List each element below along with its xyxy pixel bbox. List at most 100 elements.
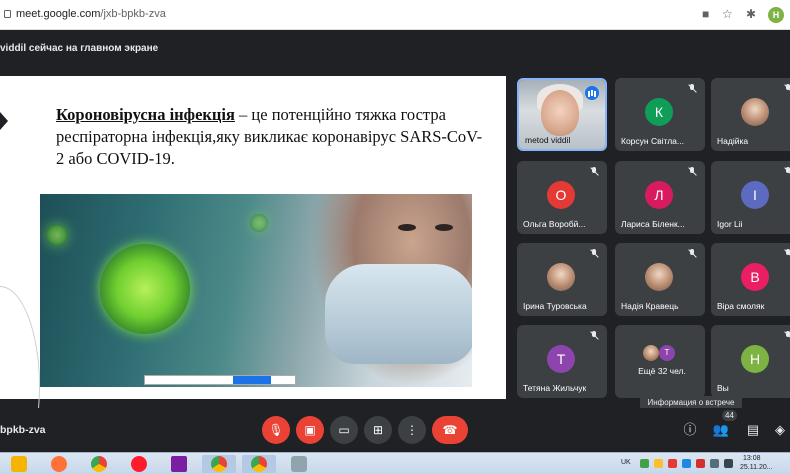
eye (435, 224, 453, 231)
participant-tile[interactable]: Ірина Туровська (517, 243, 607, 316)
play-icon (171, 456, 187, 472)
participant-name: metod viddil (525, 135, 571, 145)
avatar: Н (741, 345, 769, 373)
more-options-button[interactable]: ⋮ (398, 416, 426, 444)
slide-title: Короновірусна інфекція (56, 105, 235, 124)
language-indicator[interactable]: UK (621, 459, 631, 466)
participant-tile[interactable]: Т Ещё 32 чел. (615, 325, 705, 398)
avatar: В (741, 263, 769, 291)
taskbar-app-opera[interactable] (122, 455, 156, 473)
coronavirus-image (40, 194, 472, 387)
activities-button[interactable]: ◈ (770, 420, 790, 440)
mic-off-icon (783, 167, 790, 177)
participant-tile[interactable]: О Ольга Воробй... (517, 161, 607, 234)
url-text[interactable]: meet.google.com/jxb-bpkb-zva (16, 8, 166, 20)
participant-name: Igor Lii (717, 219, 743, 229)
people-button[interactable]: 👥 (711, 420, 731, 440)
virus-graphic-small (250, 214, 268, 232)
tray-icon[interactable] (640, 459, 649, 468)
avatar: Л (645, 181, 673, 209)
captions-button[interactable]: ▭ (330, 416, 358, 444)
chrome-icon (251, 456, 267, 472)
slide-text: Короновірусна інфекція – це потенційно т… (56, 104, 486, 170)
paint-icon (291, 456, 307, 472)
participant-name: Ірина Туровська (523, 301, 587, 311)
presenting-text: viddil сейчас на главном экране (0, 43, 159, 54)
mic-off-icon (783, 84, 790, 94)
avatar (643, 345, 659, 361)
hang-up-button[interactable]: ☎ (432, 416, 468, 444)
present-icon: ⊞ (372, 423, 384, 437)
speaking-indicator-icon (585, 86, 599, 100)
participant-name: Ольга Воробй... (523, 219, 586, 229)
avatar (645, 263, 673, 291)
meeting-code: bpkb-zva (0, 424, 46, 436)
mic-off-icon (687, 249, 697, 259)
profile-avatar[interactable]: Н (768, 7, 784, 23)
participant-tile[interactable]: Л Лариса Біленк... (615, 161, 705, 234)
firefox-icon (51, 456, 67, 472)
participant-tile[interactable]: metod viddil (517, 78, 607, 151)
camera-off-button[interactable]: ▣ (296, 416, 324, 444)
avatar (547, 263, 575, 291)
meeting-info-button[interactable]: ⓘ (680, 420, 700, 440)
chat-button[interactable]: ▤ (743, 420, 763, 440)
participant-count-badge: 44 (722, 410, 737, 421)
extension-icon[interactable]: ✱ (746, 7, 756, 21)
taskbar-app-chrome-2[interactable] (202, 455, 236, 473)
participant-tile[interactable]: Надія Кравець (615, 243, 705, 316)
eye (398, 224, 416, 231)
participant-name: Ещё 32 чел. (638, 366, 686, 376)
avatar (741, 98, 769, 126)
face (541, 90, 579, 136)
taskbar: UK 13:08 25.11.20... (0, 452, 790, 474)
present-button[interactable]: ⊞ (364, 416, 392, 444)
caption-overlay (144, 375, 296, 385)
hangup-icon: ☎ (442, 423, 458, 437)
tray-icon[interactable] (654, 459, 663, 468)
participant-tile[interactable]: Н Вы (711, 325, 790, 398)
mic-off-button[interactable]: 🎙 (262, 416, 290, 444)
tray-icon[interactable] (668, 459, 677, 468)
camera-off-icon: ▣ (304, 423, 316, 437)
virus-graphic (100, 244, 190, 334)
taskbar-app-chrome[interactable] (82, 455, 116, 473)
presenting-banner: viddil сейчас на главном экране (0, 30, 790, 67)
taskbar-app-firefox[interactable] (42, 455, 76, 473)
meet-window: meet.google.com/jxb-bpkb-zva ■ ☆ ✱ Н vid… (0, 0, 790, 474)
caption-overlay-button (233, 376, 271, 384)
participant-name: Корсун Світла... (621, 136, 684, 146)
chrome-icon (211, 456, 227, 472)
mic-off-icon (783, 331, 790, 341)
participant-tile[interactable]: К Корсун Світла... (615, 78, 705, 151)
clock-date[interactable]: 25.11.20... (740, 464, 773, 471)
chat-icon: ▤ (746, 422, 760, 437)
people-icon: 👥 (712, 422, 730, 437)
slide-bullet-arrow (0, 112, 8, 130)
taskbar-app-player[interactable] (162, 455, 196, 473)
camera-blocked-icon[interactable]: ■ (702, 7, 709, 21)
taskbar-app-chrome-3[interactable] (242, 455, 276, 473)
participant-name: Надія Кравець (621, 301, 679, 311)
clock-time[interactable]: 13:08 (743, 455, 761, 462)
participant-tile[interactable]: Т Тетяна Жильчук (517, 325, 607, 398)
address-bar[interactable]: meet.google.com/jxb-bpkb-zva ■ ☆ ✱ Н (0, 0, 790, 30)
tray-icon[interactable] (682, 459, 691, 468)
bookmark-star-icon[interactable]: ☆ (722, 7, 733, 21)
taskbar-app-media[interactable] (2, 455, 36, 473)
captions-icon: ▭ (338, 423, 350, 437)
lock-icon[interactable] (4, 10, 11, 18)
opera-icon (131, 456, 147, 472)
participant-tile[interactable]: Надійка (711, 78, 790, 151)
avatar: Т (547, 345, 575, 373)
taskbar-app-paint[interactable] (282, 455, 316, 473)
tray-icon[interactable] (696, 459, 705, 468)
mic-off-icon (589, 249, 599, 259)
mic-off-icon (783, 249, 790, 259)
volume-icon[interactable] (724, 459, 733, 468)
participant-tile[interactable]: В Віра смоляк (711, 243, 790, 316)
participant-tile[interactable]: I Igor Lii (711, 161, 790, 234)
network-icon[interactable] (710, 459, 719, 468)
participant-name: Тетяна Жильчук (523, 383, 587, 393)
more-icon: ⋮ (406, 423, 418, 437)
